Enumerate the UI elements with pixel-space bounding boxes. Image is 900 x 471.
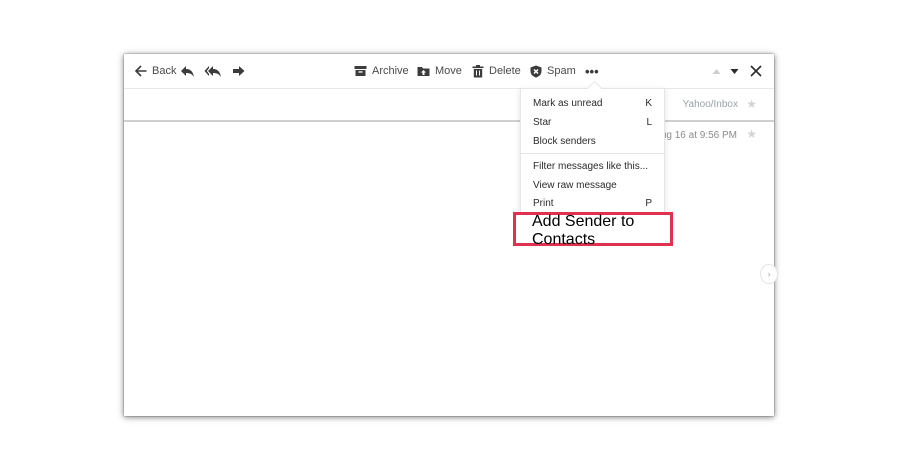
back-label: Back xyxy=(152,65,177,77)
menu-item-label: View raw message xyxy=(533,179,617,191)
menu-item-filter-messages[interactable]: Filter messages like this... xyxy=(533,158,652,174)
archive-button[interactable]: Archive xyxy=(354,63,409,79)
menu-item-star[interactable]: Star L xyxy=(533,114,652,130)
menu-item-label: Filter messages like this... xyxy=(533,160,649,172)
spam-label: Spam xyxy=(547,65,576,77)
shortcut-key: K xyxy=(645,97,652,109)
menu-item-label: Block senders xyxy=(533,135,596,147)
more-dots-icon: ••• xyxy=(585,63,599,79)
previous-message-button[interactable] xyxy=(712,63,721,79)
menu-item-add-sender-to-contacts[interactable]: Add Sender to Contacts xyxy=(532,213,658,248)
caret-down-icon xyxy=(730,68,739,75)
more-actions-menu: Mark as unread K Star L Block senders Fi… xyxy=(520,88,665,214)
reply-all-icon xyxy=(204,65,222,78)
message-date: Aug 16 at 9:56 PM xyxy=(654,130,737,141)
spam-button[interactable]: Spam xyxy=(530,63,576,79)
move-button[interactable]: Move xyxy=(417,63,462,79)
toolbar: Back Archive Move Delete Spam ••• xyxy=(124,54,774,88)
menu-item-label: Print xyxy=(533,197,554,209)
message-header-bar: Yahoo/Inbox ★ xyxy=(124,88,774,122)
message-star-icon[interactable]: ★ xyxy=(746,127,757,141)
move-folder-icon xyxy=(417,65,430,77)
trash-icon xyxy=(472,64,484,78)
archive-label: Archive xyxy=(372,65,409,77)
menu-item-label: Mark as unread xyxy=(533,97,603,109)
close-button[interactable] xyxy=(750,63,762,79)
menu-item-label: Star xyxy=(533,116,552,128)
menu-item-block-senders[interactable]: Block senders xyxy=(533,133,652,149)
highlight-add-sender: Add Sender to Contacts xyxy=(513,212,673,248)
back-button[interactable]: Back xyxy=(135,63,176,79)
folder-label[interactable]: Yahoo/Inbox xyxy=(683,99,738,110)
forward-icon xyxy=(232,65,245,77)
reply-all-button[interactable] xyxy=(204,63,222,79)
spam-shield-icon xyxy=(530,65,542,78)
reply-button[interactable] xyxy=(180,63,195,79)
message-window: Back Archive Move Delete Spam ••• Yahoo/… xyxy=(124,54,778,416)
forward-button[interactable] xyxy=(232,63,245,79)
next-message-button[interactable] xyxy=(730,63,739,79)
menu-divider xyxy=(521,153,664,154)
caret-up-icon xyxy=(712,68,721,75)
menu-item-print[interactable]: Print P xyxy=(533,195,652,211)
chevron-right-icon: › xyxy=(767,269,771,279)
expand-chevron-button[interactable]: › xyxy=(760,264,778,284)
move-label: Move xyxy=(435,65,462,77)
close-icon xyxy=(750,65,762,77)
star-icon[interactable]: ★ xyxy=(746,97,757,111)
menu-item-view-raw[interactable]: View raw message xyxy=(533,177,652,193)
menu-item-label: Add Sender to Contacts xyxy=(532,213,635,248)
shortcut-key: P xyxy=(645,197,652,209)
delete-button[interactable]: Delete xyxy=(472,63,521,79)
archive-icon xyxy=(354,65,367,77)
more-button[interactable]: ••• xyxy=(585,63,599,79)
back-arrow-icon xyxy=(135,65,147,77)
shortcut-key: L xyxy=(646,116,652,128)
delete-label: Delete xyxy=(489,65,521,77)
reply-icon xyxy=(180,65,195,78)
menu-item-mark-unread[interactable]: Mark as unread K xyxy=(533,95,652,111)
